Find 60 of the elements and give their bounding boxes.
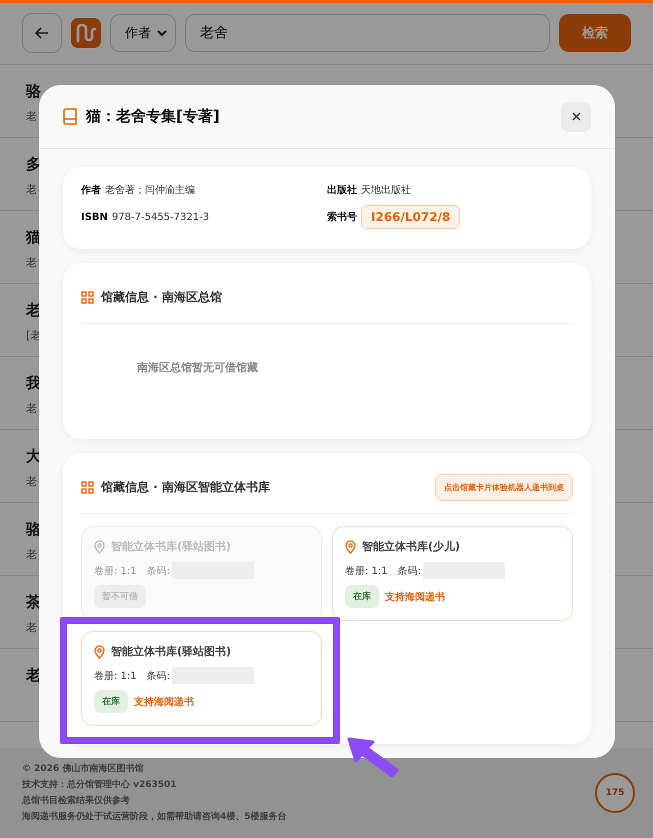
dialog-title: 猫：老舍专集[专著] xyxy=(86,107,221,126)
volume-text: 卷册: 1:1 xyxy=(94,670,137,682)
result-details: 老 xyxy=(26,475,37,488)
location-pin-icon xyxy=(94,540,105,554)
grid-icon xyxy=(81,290,94,304)
holding-card[interactable]: 智能立体书库(少儿) 卷册: 1:1 条码: 在库 支持海阅递书 xyxy=(332,526,573,621)
location-pin-icon xyxy=(345,540,356,554)
close-icon xyxy=(572,112,580,121)
delivery-text: 支持海阅递书 xyxy=(134,695,194,708)
result-title[interactable]: 骆 xyxy=(26,82,41,100)
footer-text: © 2026 佛山市南海区图书馆 xyxy=(22,762,144,776)
status-badge: 在库 xyxy=(94,690,128,713)
section-title: 馆藏信息 · 南海区智能立体书库 xyxy=(101,478,271,496)
grid-icon xyxy=(81,480,94,494)
result-title[interactable]: 多 xyxy=(26,155,41,173)
hint-badge: 点击馆藏卡片体验机器人递书到桌 xyxy=(435,474,573,500)
result-title[interactable]: 茶 xyxy=(26,593,41,611)
detail-label: 作者 xyxy=(81,184,101,197)
result-details: 老 xyxy=(26,402,37,415)
logo-icon xyxy=(71,18,101,48)
call-number: I266/L072/8 xyxy=(361,205,460,229)
detail-label: ISBN xyxy=(81,212,108,222)
delivery-text: 支持海阅递书 xyxy=(385,590,445,604)
location-name: 智能立体书库(少儿) xyxy=(362,539,460,554)
result-details: 老 xyxy=(26,256,37,269)
result-details: 老 xyxy=(26,110,37,123)
empty-message: 南海区总馆暂无可借馆藏 xyxy=(136,360,259,376)
barcode-label: 条码: xyxy=(146,670,170,682)
result-details: 老 xyxy=(26,548,37,561)
footer-text: 总馆书目检索结果仅供参考 xyxy=(22,794,131,808)
detail-label: 索书号 xyxy=(327,210,357,224)
visit-counter: 175 xyxy=(595,773,635,813)
footer-text: 海阅递书服务仍处于试运营阶段，如需帮助请咨询4楼、5楼服务台 xyxy=(22,810,287,824)
result-title[interactable]: 老 xyxy=(26,666,41,684)
result-title[interactable]: 老 xyxy=(26,301,41,319)
section-title: 馆藏信息 · 南海区总馆 xyxy=(101,288,223,306)
detail-value: 978-7-5455-7321-3 xyxy=(112,212,210,222)
location-name: 智能立体书库(驿站图书) xyxy=(111,539,232,554)
location-name: 智能立体书库(驿站图书) xyxy=(111,644,232,659)
barcode-label: 条码: xyxy=(398,564,422,578)
field-select[interactable]: 作者 xyxy=(110,14,176,52)
barcode-label: 条码: xyxy=(146,564,170,578)
status-badge: 在库 xyxy=(345,585,379,608)
result-details: 老 xyxy=(26,621,37,634)
location-pin-icon xyxy=(94,644,105,658)
chevron-down-icon xyxy=(157,30,167,36)
back-button[interactable] xyxy=(22,13,62,53)
book-icon xyxy=(63,108,77,125)
holding-card[interactable]: 智能立体书库(驿站图书) 卷册: 1:1 条码: 在库 支持海阅递书 xyxy=(81,631,322,726)
close-button[interactable] xyxy=(561,102,591,132)
detail-label: 出版社 xyxy=(327,184,357,197)
result-title[interactable]: 骆 xyxy=(26,520,41,538)
detail-value: 天地出版社 xyxy=(361,184,411,197)
detail-value: 老舍著；闫仲渝主编 xyxy=(105,184,195,197)
search-field[interactable]: 老舍 xyxy=(185,14,550,52)
footer-text: 技术支持：总分馆管理中心 v263501 xyxy=(22,778,178,792)
result-details: 老 xyxy=(26,183,37,196)
volume-text: 卷册: 1:1 xyxy=(345,564,388,578)
volume-text: 卷册: 1:1 xyxy=(94,564,137,578)
back-arrow-icon xyxy=(35,27,49,39)
